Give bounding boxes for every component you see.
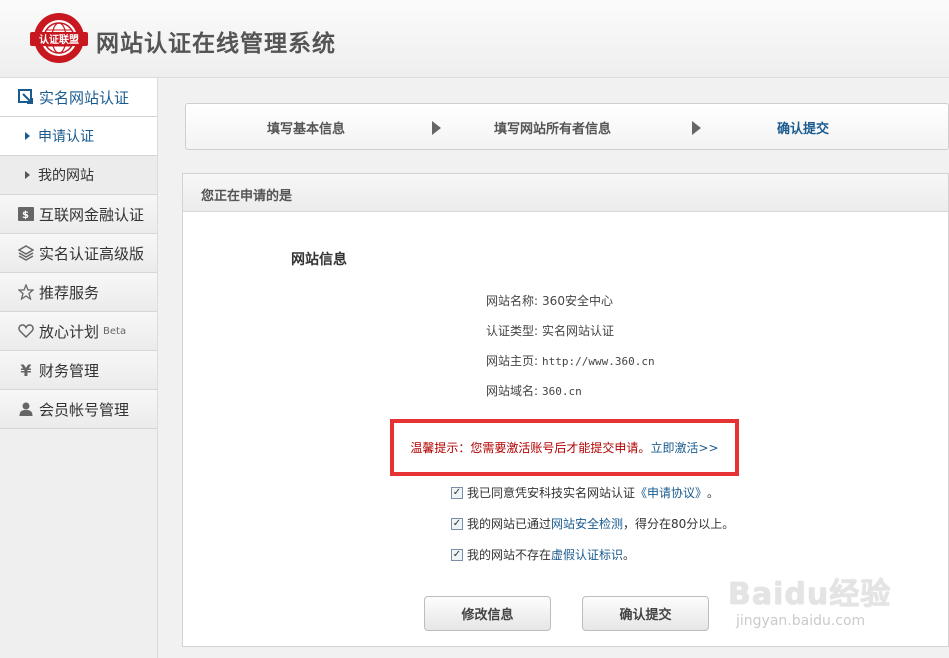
sidebar-subitem-my-sites[interactable]: 我的网站 xyxy=(0,156,157,195)
sidebar-item-advanced[interactable]: 实名认证高级版 xyxy=(0,234,157,273)
site-title: 网站认证在线管理系统 xyxy=(96,31,336,57)
check-text: 我的网站不存在 xyxy=(467,548,552,562)
edit-info-button[interactable]: 修改信息 xyxy=(424,596,551,631)
check-text: 。 xyxy=(623,548,636,562)
check-text: 我的网站已通过 xyxy=(467,517,552,531)
notice-text: 温馨提示：您需要激活账号后才能提交申请。 xyxy=(410,441,651,455)
sidebar-item-label: 互联网金融认证 xyxy=(39,205,145,224)
beta-badge: Beta xyxy=(103,325,127,337)
verify-icon xyxy=(17,88,35,106)
section-title: 网站信息 xyxy=(291,252,347,268)
caret-right-icon xyxy=(25,171,30,179)
sidebar: 实名网站认证 申请认证 我的网站 $ 互联网金融认证 实名认证高级版 推荐服务 … xyxy=(0,78,158,658)
logo-icon: 认证联盟 xyxy=(30,13,88,63)
check-text: ，得分在80分以上。 xyxy=(623,517,735,531)
svg-text:$: $ xyxy=(22,210,29,221)
baidu-watermark: Baidu经验 jingyan.baidu.com xyxy=(728,555,943,635)
confirm-submit-button[interactable]: 确认提交 xyxy=(582,596,709,631)
security-check-row: ✓ 我的网站已通过 网站安全检测 ，得分在80分以上。 xyxy=(451,515,734,532)
info-row-domain: 网站域名: 360.cn xyxy=(486,382,582,399)
user-icon xyxy=(17,400,35,418)
field-value: 实名网站认证 xyxy=(542,324,615,338)
check-text: 。 xyxy=(707,486,720,500)
step-owner-info: 填写网站所有者信息 xyxy=(494,122,612,137)
watermark-brand: Baidu经验 xyxy=(728,577,892,612)
step-confirm: 确认提交 xyxy=(777,122,830,137)
field-value: 360.cn xyxy=(542,385,582,398)
info-row-homepage: 网站主页: http://www.360.cn xyxy=(486,352,655,369)
info-row-site-name: 网站名称: 360安全中心 xyxy=(486,292,613,309)
agreement-checkbox[interactable]: ✓ xyxy=(451,486,463,499)
sidebar-item-label: 财务管理 xyxy=(39,361,100,380)
sidebar-item-trust-plan[interactable]: 放心计划 Beta xyxy=(0,312,157,351)
step-arrow-icon xyxy=(692,121,701,135)
star-icon xyxy=(17,283,35,301)
finance-icon: $ xyxy=(17,205,35,223)
watermark-url: jingyan.baidu.com xyxy=(736,613,866,629)
fake-mark-check-row: ✓ 我的网站不存在 虚假认证标识。 xyxy=(451,546,635,563)
activation-notice: 温馨提示：您需要激活账号后才能提交申请。 立即激活>> xyxy=(390,419,739,476)
layers-icon xyxy=(17,244,35,262)
sidebar-item-recommend[interactable]: 推荐服务 xyxy=(0,273,157,312)
field-label: 认证类型: xyxy=(486,324,539,338)
sidebar-item-label: 我的网站 xyxy=(38,168,94,184)
agreement-check-row: ✓ 我已同意凭安科技实名网站认证 《申请协议》。 xyxy=(451,484,719,501)
caret-right-icon xyxy=(25,132,30,140)
field-label: 网站域名: xyxy=(486,384,539,398)
sidebar-subitem-apply[interactable]: 申请认证 xyxy=(0,117,157,156)
agreement-link[interactable]: 《申请协议》 xyxy=(635,484,707,501)
step-arrow-icon xyxy=(432,121,441,135)
activate-link[interactable]: 立即激活>> xyxy=(650,439,718,456)
step-basic-info: 填写基本信息 xyxy=(267,122,346,137)
heart-icon xyxy=(17,322,35,340)
sidebar-item-finance-manage[interactable]: ¥ 财务管理 xyxy=(0,351,157,390)
security-scan-link[interactable]: 网站安全检测 xyxy=(551,515,623,532)
app-header: 认证联盟 网站认证在线管理系统 xyxy=(0,0,949,78)
field-label: 网站名称: xyxy=(486,294,539,308)
fake-mark-link[interactable]: 虚假认证标识 xyxy=(551,546,623,563)
sidebar-item-label: 实名认证高级版 xyxy=(39,244,145,263)
field-value: http://www.360.cn xyxy=(542,355,655,368)
sidebar-item-finance[interactable]: $ 互联网金融认证 xyxy=(0,195,157,234)
fake-mark-checkbox[interactable]: ✓ xyxy=(451,548,463,561)
progress-steps: 填写基本信息 填写网站所有者信息 确认提交 xyxy=(185,103,949,150)
sidebar-item-realname-verify[interactable]: 实名网站认证 xyxy=(0,78,157,117)
info-row-type: 认证类型: 实名网站认证 xyxy=(486,322,614,339)
security-checkbox[interactable]: ✓ xyxy=(451,517,463,530)
sidebar-item-label: 申请认证 xyxy=(38,129,94,145)
panel-heading: 您正在申请的是 xyxy=(183,174,948,212)
field-label: 网站主页: xyxy=(486,354,539,368)
sidebar-item-account[interactable]: 会员帐号管理 xyxy=(0,390,157,429)
logo-text: 认证联盟 xyxy=(39,33,79,46)
sidebar-item-label: 推荐服务 xyxy=(39,283,100,302)
sidebar-item-label: 放心计划 xyxy=(39,322,100,341)
check-text: 我已同意凭安科技实名网站认证 xyxy=(467,486,636,500)
yen-icon: ¥ xyxy=(20,360,32,380)
sidebar-item-label: 会员帐号管理 xyxy=(39,400,130,419)
field-value: 360安全中心 xyxy=(542,294,613,308)
sidebar-item-label: 实名网站认证 xyxy=(39,88,130,107)
